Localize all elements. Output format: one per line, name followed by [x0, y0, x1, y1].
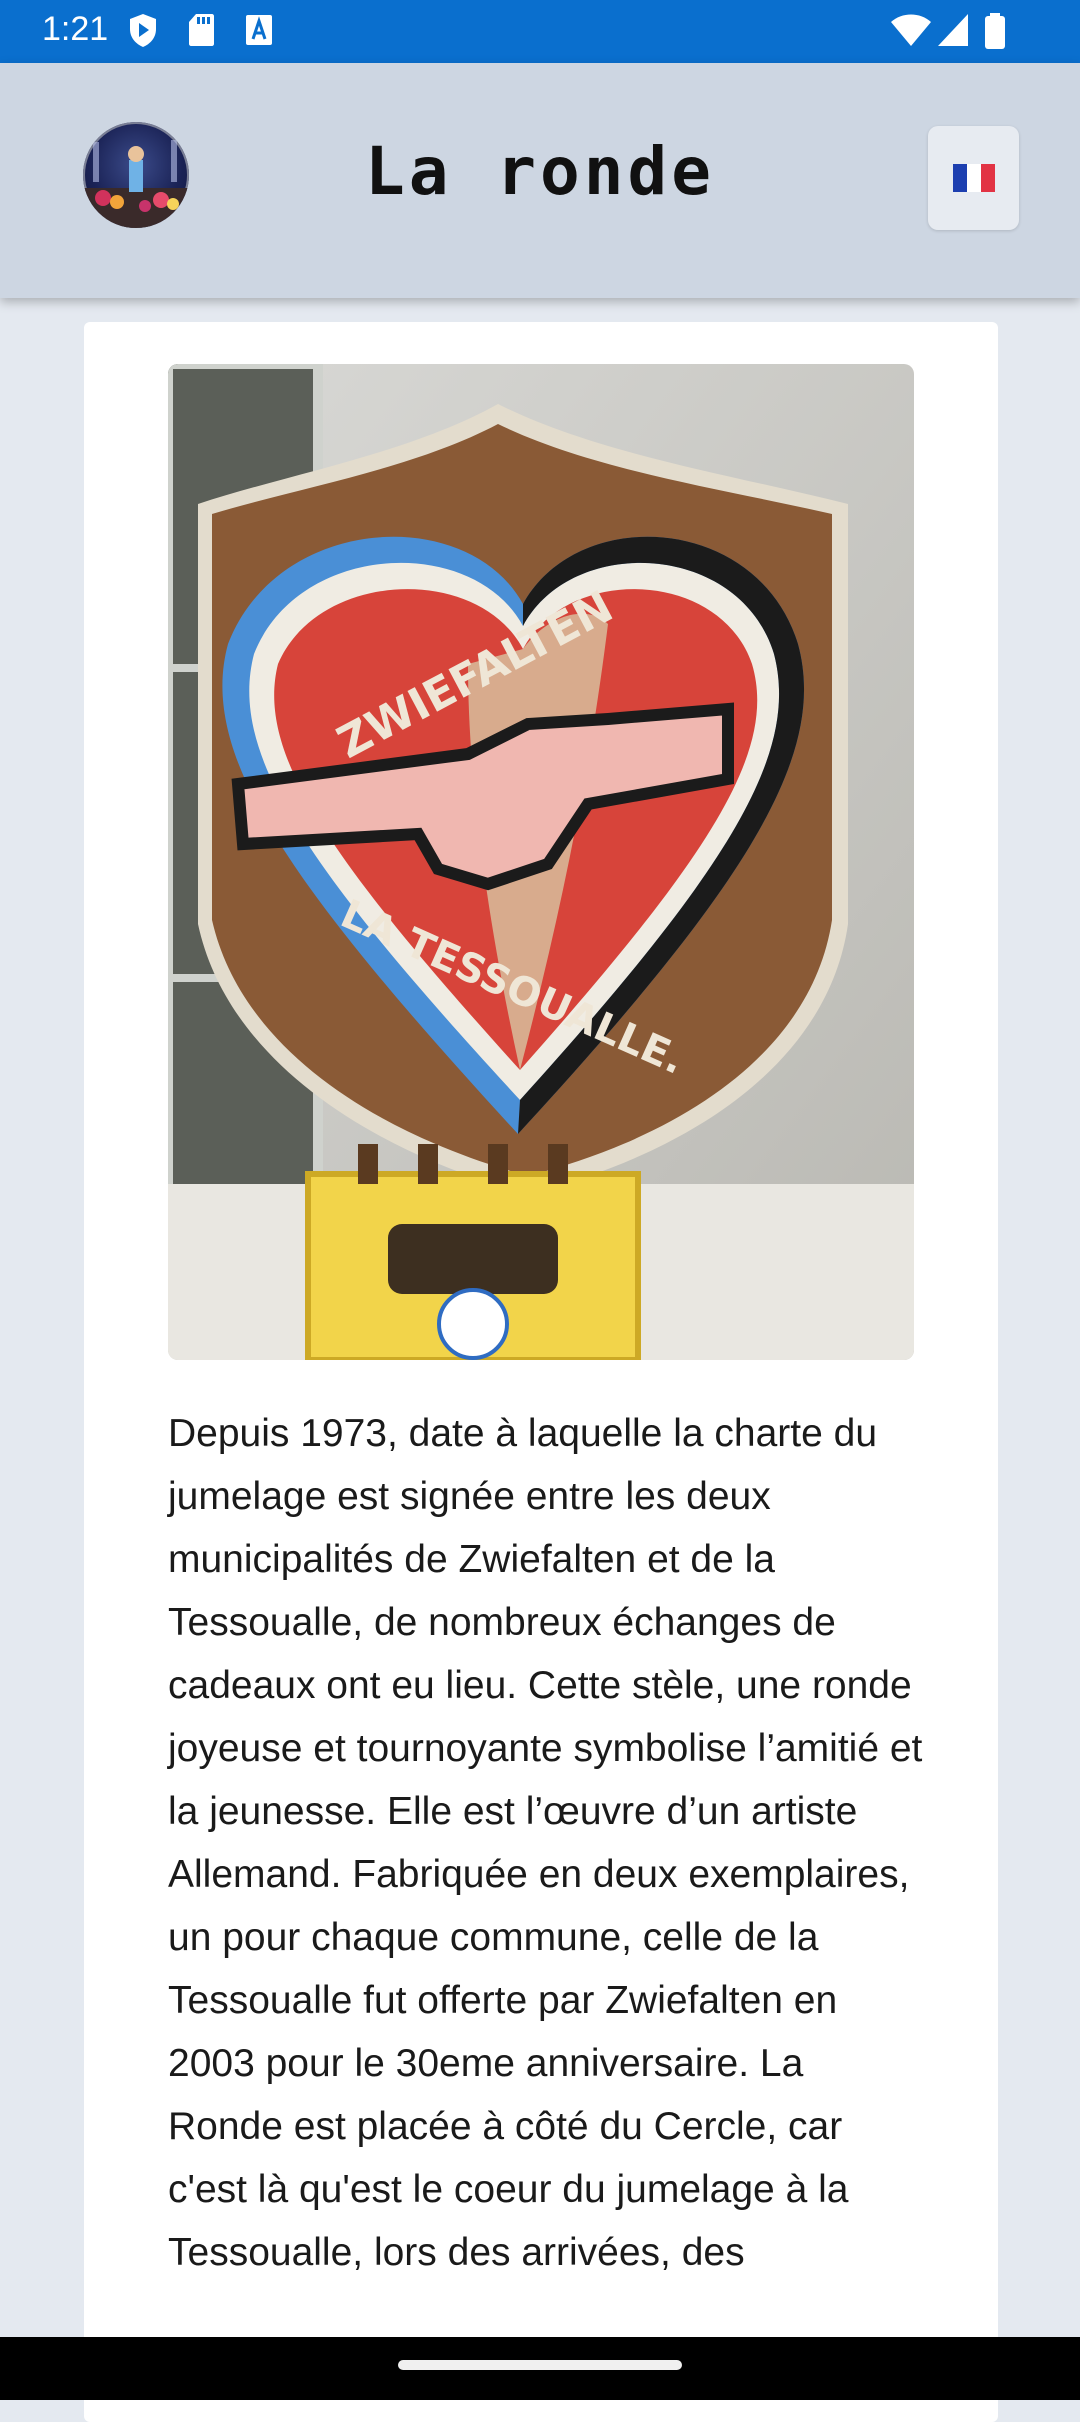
system-navigation-bar — [0, 2337, 1080, 2400]
monument-photo: ZWIEFALTEN LA TESSOUALLE. — [168, 364, 914, 1360]
content-card: ZWIEFALTEN LA TESSOUALLE. Depuis 1973, d… — [84, 322, 998, 2422]
french-flag-icon — [953, 164, 995, 192]
status-time: 1:21 — [42, 10, 109, 48]
wifi-icon — [891, 14, 931, 46]
battery-icon — [985, 13, 1005, 49]
description-text: Depuis 1973, date à laquelle la charte d… — [168, 1412, 923, 2274]
home-gesture-handle[interactable] — [398, 2360, 682, 2370]
page-title: La ronde — [365, 133, 715, 210]
app-bar: La ronde — [0, 63, 1080, 298]
language-button[interactable] — [928, 126, 1019, 230]
shield-heart-photo: ZWIEFALTEN LA TESSOUALLE. — [168, 364, 914, 1360]
status-bar: 1:21 — [0, 0, 1080, 63]
play-protect-icon — [130, 14, 156, 47]
keyboard-a-icon — [246, 15, 272, 45]
sd-card-icon — [189, 14, 214, 46]
signal-icon — [938, 14, 968, 46]
